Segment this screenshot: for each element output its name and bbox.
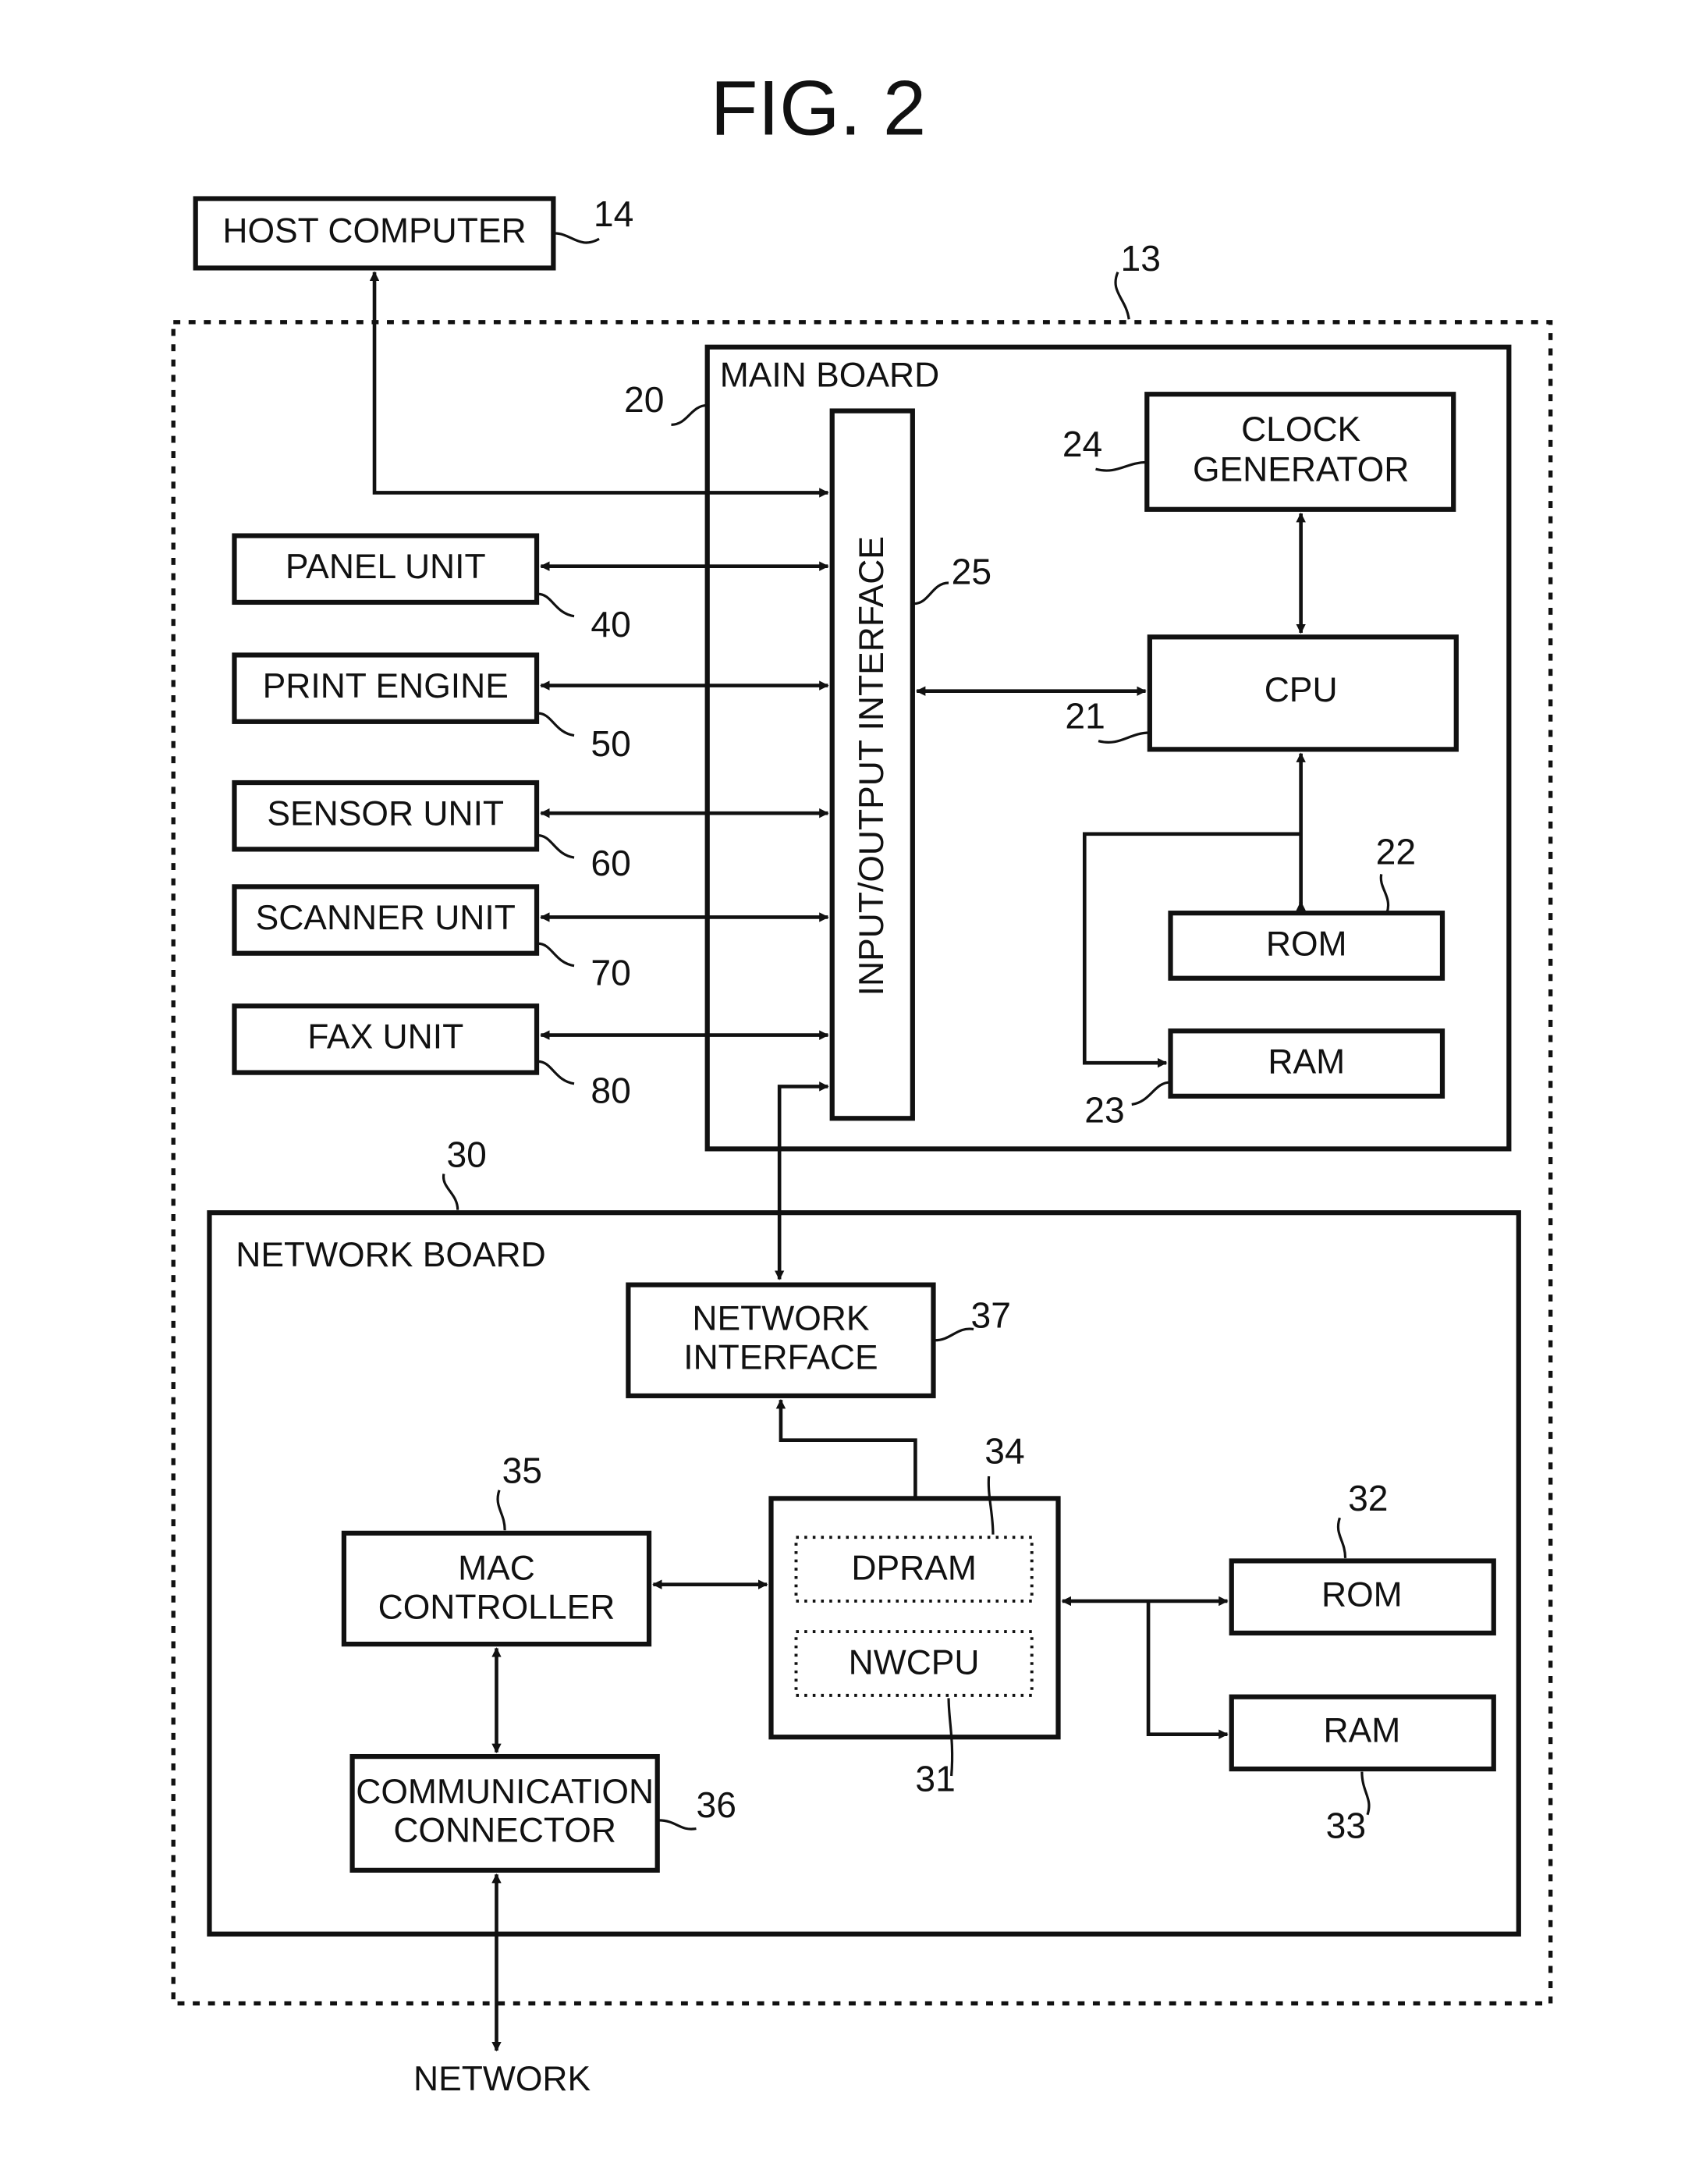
peripheral-fax-unit: FAX UNIT <box>232 1003 540 1075</box>
ref-20: 20 <box>624 379 664 420</box>
mac-controller-block: MAC CONTROLLER <box>341 1530 652 1647</box>
leader-line-37 <box>935 1327 974 1342</box>
peripheral-label: PRINT ENGINE <box>263 667 509 705</box>
clock-generator-block: CLOCK GENERATOR <box>1144 392 1456 512</box>
network-interface-label-line2: INTERFACE <box>683 1338 878 1376</box>
io-network-interface-connection <box>774 1081 829 1280</box>
ref-21: 21 <box>1065 695 1105 736</box>
figure-title: FIG. 2 <box>711 65 927 151</box>
main-rom-label: ROM <box>1266 925 1347 964</box>
leader-line-13 <box>1114 272 1130 320</box>
leader-line-70 <box>537 942 575 968</box>
communication-connector-label-line1: COMMUNICATION <box>356 1773 654 1811</box>
network-rom-label: ROM <box>1321 1575 1403 1614</box>
peripheral-sensor-unit: SENSOR UNIT <box>232 779 540 852</box>
leader-line-40 <box>537 592 575 618</box>
peripheral-label: SCANNER UNIT <box>256 899 516 937</box>
peripheral-panel-unit: PANEL UNIT <box>232 533 540 605</box>
network-label: NETWORK <box>413 2060 591 2098</box>
processor-ram-connection <box>1146 1600 1229 1739</box>
main-rom-block: ROM <box>1168 911 1445 981</box>
network-rom-block: ROM <box>1229 1558 1496 1635</box>
cpu-block: CPU <box>1147 634 1459 752</box>
ref-40: 40 <box>591 604 630 645</box>
leader-line-60 <box>537 833 575 859</box>
peripheral-label: PANEL UNIT <box>286 548 486 586</box>
leader-line-14 <box>555 232 600 244</box>
nwcpu-label: NWCPU <box>849 1643 980 1682</box>
leader-line-24 <box>1095 460 1148 472</box>
network-interface-block: NETWORK INTERFACE <box>626 1282 936 1398</box>
ref-35: 35 <box>502 1451 542 1491</box>
io-interface-block: INPUT/OUTPUT INTERFACE <box>829 408 915 1121</box>
ref-25: 25 <box>952 552 991 592</box>
processor-block <box>768 1496 1061 1740</box>
leader-line-20 <box>671 403 708 426</box>
network-ram-label: RAM <box>1323 1712 1400 1750</box>
ref-14: 14 <box>594 194 633 234</box>
network-interface-label-line1: NETWORK <box>692 1300 869 1338</box>
main-ram-block: RAM <box>1168 1028 1445 1099</box>
host-computer-label: HOST COMPUTER <box>222 212 526 250</box>
main-board-label: MAIN BOARD <box>720 357 939 395</box>
ref-34: 34 <box>984 1431 1024 1472</box>
leader-line-22 <box>1379 874 1390 914</box>
main-ram-label: RAM <box>1268 1043 1345 1081</box>
ref-60: 60 <box>591 843 630 883</box>
dpram-label: DPRAM <box>851 1550 976 1588</box>
ref-13: 13 <box>1121 238 1161 279</box>
peripheral-label: SENSOR UNIT <box>267 794 504 833</box>
ref-70: 70 <box>591 952 630 993</box>
cpu-label: CPU <box>1265 671 1338 709</box>
communication-connector-block: COMMUNICATION CONNECTOR <box>349 1753 660 1873</box>
mac-controller-label-line1: MAC <box>458 1550 535 1588</box>
ref-36: 36 <box>696 1784 736 1825</box>
leader-line-35 <box>496 1490 506 1531</box>
leader-line-25 <box>913 581 949 605</box>
peripheral-print-engine: PRINT ENGINE <box>232 652 540 724</box>
ref-32: 32 <box>1348 1478 1388 1518</box>
ref-22: 22 <box>1376 832 1416 872</box>
peripheral-label: FAX UNIT <box>307 1018 463 1056</box>
network-ram-block: RAM <box>1229 1694 1496 1772</box>
host-computer-block: HOST COMPUTER <box>193 196 556 271</box>
io-interface-label: INPUT/OUTPUT INTERFACE <box>853 536 891 996</box>
communication-connector-label-line2: CONNECTOR <box>393 1812 616 1850</box>
ref-23: 23 <box>1084 1089 1124 1130</box>
leader-line-23 <box>1131 1081 1171 1106</box>
leader-line-36 <box>658 1819 697 1831</box>
ref-37: 37 <box>971 1294 1011 1335</box>
clock-generator-label-line1: CLOCK <box>1241 410 1360 449</box>
peripheral-scanner-unit: SCANNER UNIT <box>232 884 540 956</box>
leader-line-30 <box>442 1174 459 1210</box>
mac-controller-label-line2: CONTROLLER <box>378 1588 615 1626</box>
block-diagram: FIG. 2 HOST COMPUTER 14 13 MAIN BOARD 20… <box>171 65 1553 2098</box>
leader-line-80 <box>537 1060 575 1085</box>
ref-24: 24 <box>1062 424 1102 464</box>
leader-line-21 <box>1098 731 1150 744</box>
ref-80: 80 <box>591 1070 630 1110</box>
ref-31: 31 <box>915 1758 955 1799</box>
clock-generator-label-line2: GENERATOR <box>1193 451 1409 489</box>
ref-50: 50 <box>591 723 630 764</box>
ref-33: 33 <box>1326 1806 1366 1846</box>
leader-line-50 <box>537 712 575 737</box>
leader-line-32 <box>1336 1517 1347 1558</box>
ref-30: 30 <box>446 1134 486 1174</box>
network-board-label: NETWORK BOARD <box>236 1236 545 1274</box>
